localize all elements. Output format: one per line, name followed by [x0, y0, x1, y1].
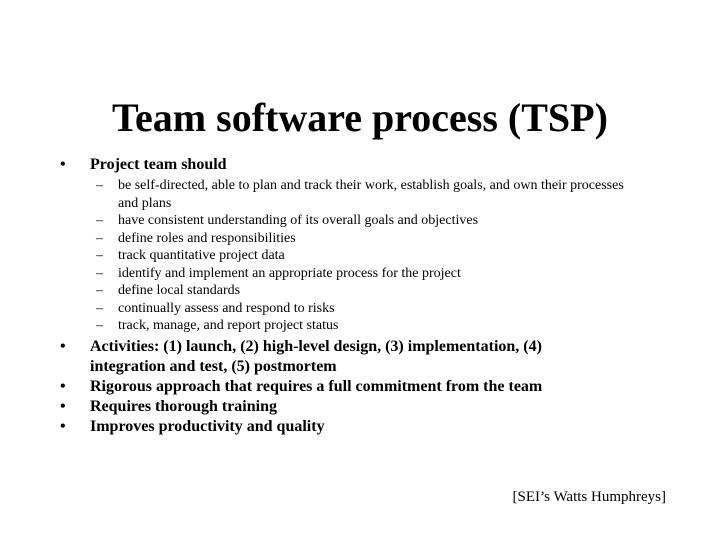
sub-bullet-label: define roles and responsibilities [118, 230, 296, 246]
dash-marker-icon: – [96, 265, 103, 281]
bullet-label: Improves productivity and quality [90, 417, 325, 435]
bullet-item-rigorous-approach: • Rigorous approach that requires a full… [56, 377, 656, 397]
sub-bullet-label: define local standards [118, 283, 241, 298]
sub-bullet-item: – track quantitative project data [56, 247, 656, 265]
sub-bullet-item: – track, manage, and report project stat… [56, 317, 656, 335]
sub-bullet-label: be self-directed, able to plan and track… [118, 178, 624, 211]
sub-bullet-label: track quantitative project data [118, 248, 285, 263]
sub-bullet-item: – be self-directed, able to plan and tra… [56, 177, 656, 212]
slide-body: • Project team should – be self-directed… [56, 155, 656, 437]
bullet-item-activities: • Activities: (1) launch, (2) high-level… [56, 337, 656, 377]
sub-bullet-item: – continually assess and respond to risk… [56, 300, 656, 318]
bullet-item-improves-productivity: • Improves productivity and quality [56, 417, 656, 437]
sub-bullet-label: have consistent understanding of its ove… [118, 213, 479, 228]
bullet-marker-icon: • [60, 156, 66, 173]
bullet-marker-icon: • [60, 337, 66, 355]
dash-marker-icon: – [96, 300, 103, 316]
bullet-marker-icon: • [60, 377, 66, 395]
dash-marker-icon: – [96, 283, 103, 298]
sub-bullet-label: identify and implement an appropriate pr… [118, 265, 461, 281]
dash-marker-icon: – [96, 213, 103, 228]
bullet-label: Activities: (1) launch, (2) high-level d… [90, 337, 542, 375]
bullet-item-requires-thorough-training: • Requires thorough training [56, 397, 656, 417]
dash-marker-icon: – [96, 248, 103, 263]
sub-bullet-item: – identify and implement an appropriate … [56, 265, 656, 283]
sub-bullet-label: track, manage, and report project status [118, 318, 339, 333]
dash-marker-icon: – [96, 318, 103, 333]
bullet-item-project-team-should: • Project team should [56, 155, 656, 175]
presentation-slide: Team software process (TSP) • Project te… [0, 0, 720, 540]
bullet-label: Requires thorough training [90, 397, 277, 415]
dash-marker-icon: – [96, 178, 103, 193]
sub-bullet-item: – define local standards [56, 282, 656, 300]
attribution-text: [SEI’s Watts Humphreys] [512, 489, 666, 505]
dash-marker-icon: – [96, 230, 103, 246]
sub-bullet-item: – define roles and responsibilities [56, 230, 656, 248]
sub-bullet-list: – be self-directed, able to plan and tra… [56, 177, 656, 335]
sub-bullet-item: – have consistent understanding of its o… [56, 212, 656, 230]
bullet-label: Project team should [90, 156, 227, 173]
bullet-marker-icon: • [60, 417, 66, 435]
bullet-label: Rigorous approach that requires a full c… [90, 377, 543, 395]
page-title: Team software process (TSP) [112, 94, 608, 140]
sub-bullet-label: continually assess and respond to risks [118, 300, 335, 316]
bullet-marker-icon: • [60, 397, 66, 415]
